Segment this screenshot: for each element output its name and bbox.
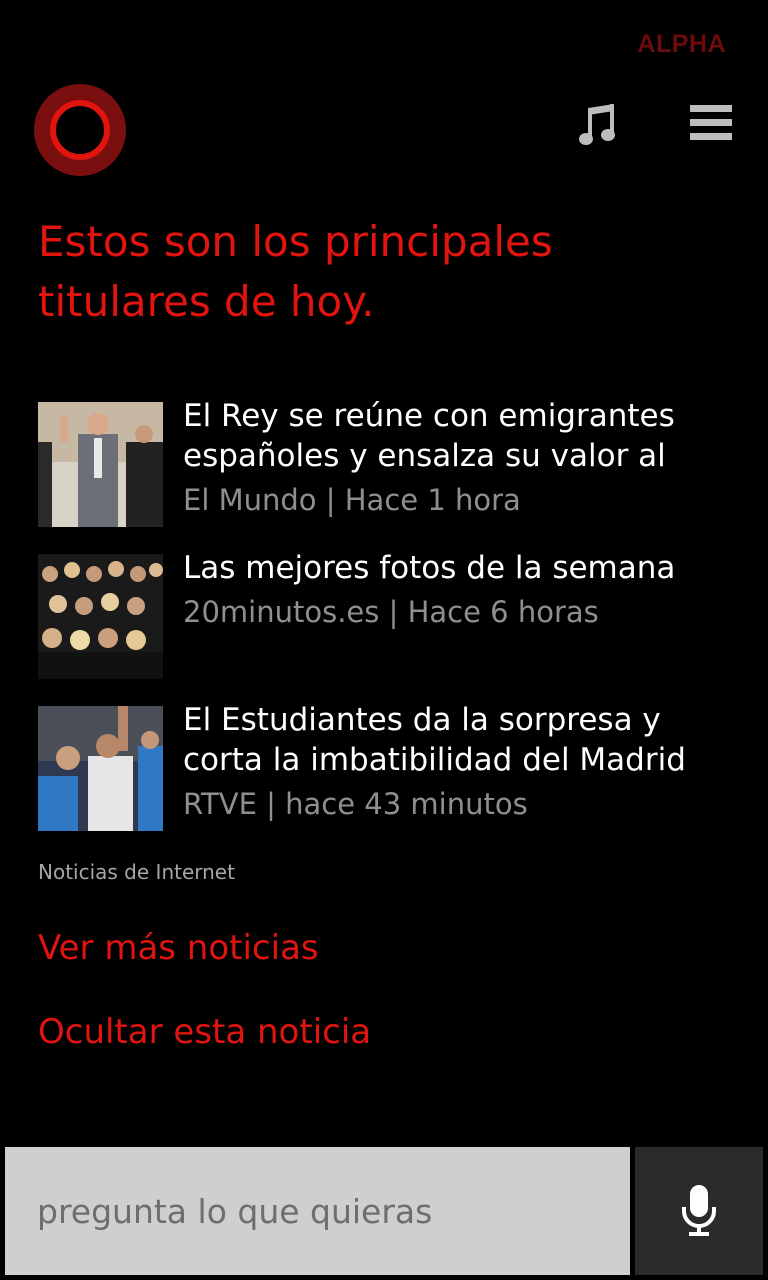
music-note-icon[interactable] <box>578 104 618 148</box>
ask-input[interactable] <box>5 1147 630 1275</box>
alpha-badge: ALPHA <box>637 30 726 58</box>
see-more-news-link[interactable]: Ver más noticias <box>38 928 319 968</box>
news-item[interactable]: El Estudiantes da la sorpresa y corta la… <box>38 702 738 858</box>
microphone-icon <box>682 1185 716 1236</box>
news-title: El Rey se reúne con emigrantes españoles… <box>183 398 675 474</box>
news-thumbnail-king-meeting <box>38 402 163 527</box>
mic-button[interactable] <box>635 1147 763 1275</box>
news-item[interactable]: Las mejores fotos de la semana 20minutos… <box>38 550 738 706</box>
news-thumbnail-group-photo <box>38 554 163 679</box>
cortana-ring-icon <box>50 100 110 160</box>
ask-bar <box>5 1147 630 1275</box>
news-meta: El Mundo | Hace 1 hora <box>183 483 521 517</box>
news-meta: RTVE | hace 43 minutos <box>183 787 528 821</box>
news-title: El Estudiantes da la sorpresa y corta la… <box>183 702 686 778</box>
news-thumbnail-basketball <box>38 706 163 831</box>
cortana-logo[interactable] <box>34 84 126 176</box>
news-title: Las mejores fotos de la semana <box>183 550 676 586</box>
hamburger-menu-icon[interactable] <box>690 105 732 145</box>
news-list: El Rey se reúne con emigrantes españoles… <box>38 398 738 858</box>
headline: Estos son los principales titulares de h… <box>38 217 553 326</box>
news-meta: 20minutos.es | Hace 6 horas <box>183 595 599 629</box>
hide-news-link[interactable]: Ocultar esta noticia <box>38 1012 371 1052</box>
news-item[interactable]: El Rey se reúne con emigrantes españoles… <box>38 398 738 554</box>
source-label: Noticias de Internet <box>38 860 235 884</box>
